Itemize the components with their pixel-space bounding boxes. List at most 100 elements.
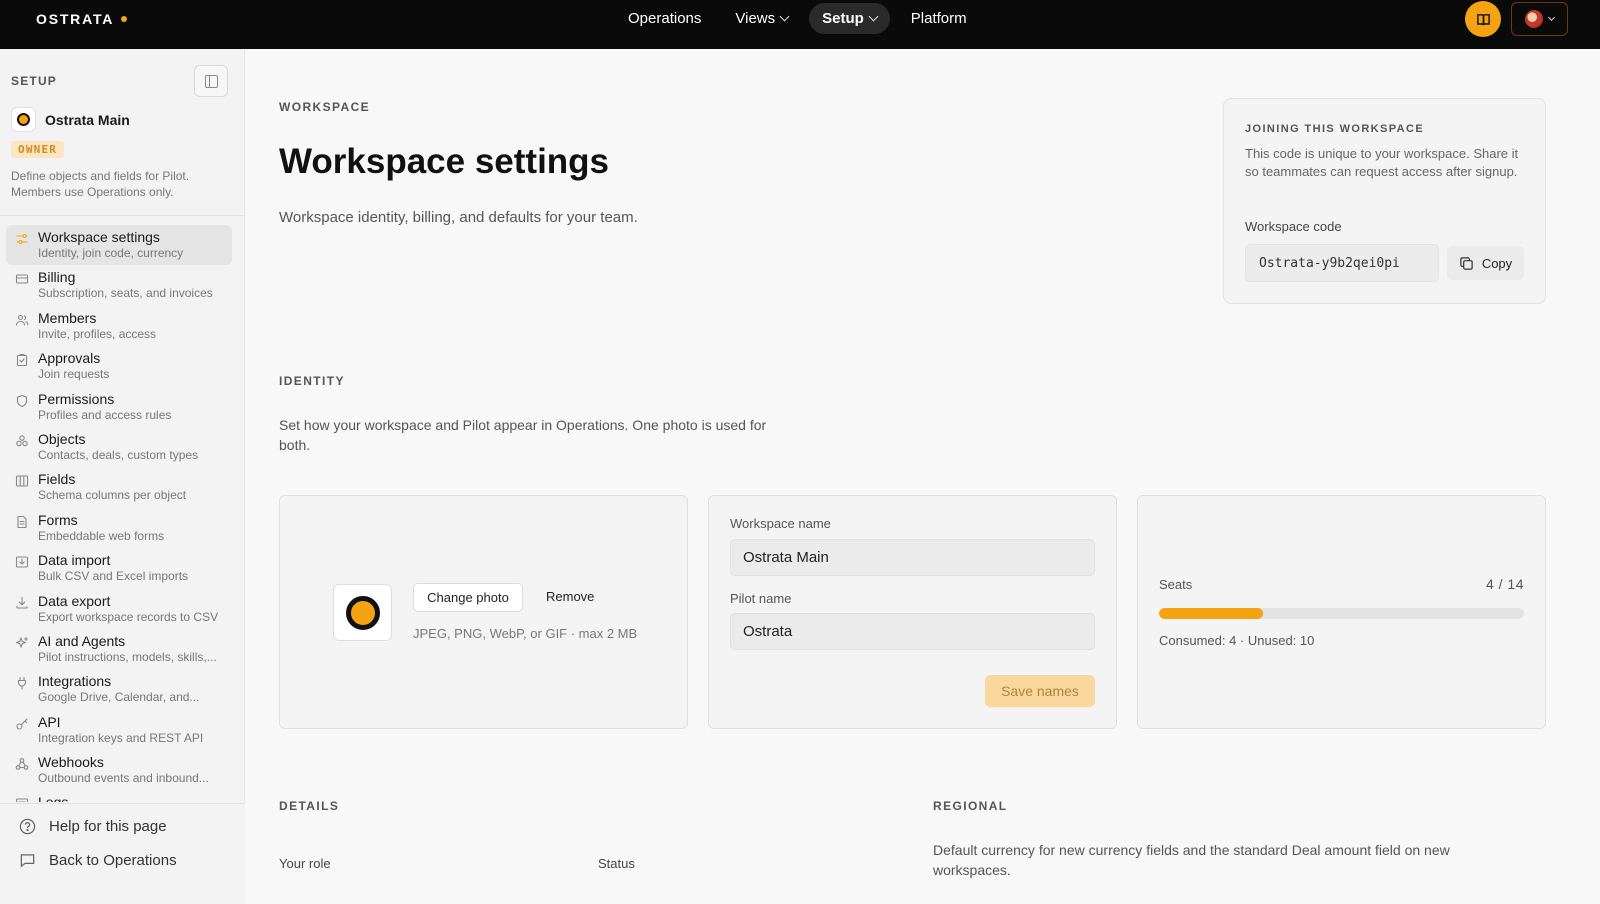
- nav-setup[interactable]: Setup: [809, 3, 890, 34]
- workspace-logo: [11, 107, 36, 132]
- sidebar-item-label: Permissions: [38, 390, 115, 407]
- help-link[interactable]: Help for this page: [19, 818, 167, 835]
- help-link-label: Help for this page: [49, 818, 167, 835]
- form-icon: [15, 515, 29, 529]
- app-logo[interactable]: OSTRATA: [36, 11, 128, 27]
- sidebar-item-description: Integration keys and REST API: [38, 730, 204, 745]
- sidebar-item-approvals[interactable]: Approvals Join requests: [6, 346, 232, 386]
- sidebar-item-description: Identity, join code, currency: [38, 246, 184, 260]
- chevron-down-icon: [1547, 13, 1556, 21]
- join-workspace-card: JOINING THIS WORKSPACE This code is uniq…: [1223, 98, 1546, 304]
- sidebar-item-label: Webhooks: [38, 754, 104, 771]
- sidebar-item-description: Bulk CSV and Excel imports: [38, 569, 189, 584]
- page-title: Workspace settings: [279, 142, 610, 181]
- sidebar-item-description: Contacts, deals, custom types: [38, 447, 199, 462]
- sidebar-description: Define objects and fields for Pilot. Mem…: [11, 169, 190, 199]
- sidebar-item-description: Subscription, seats, and invoices: [38, 286, 213, 301]
- sidebar-item-members[interactable]: Members Invite, profiles, access: [6, 306, 232, 346]
- sidebar-item-workspace-settings[interactable]: Workspace settings Identity, join code, c…: [6, 225, 232, 266]
- sidebar-item-billing[interactable]: Billing Subscription, seats, and invoices: [6, 265, 232, 305]
- workspace-name-label: Workspace name: [730, 516, 831, 531]
- sidebar-title: SETUP: [11, 74, 58, 88]
- back-link-label: Back to Operations: [49, 852, 177, 869]
- top-right-controls: [1465, 1, 1568, 37]
- sidebar-item-label: Members: [38, 309, 97, 326]
- sidebar-item-data-export[interactable]: Data export Export workspace records to C…: [6, 589, 232, 629]
- sidebar-item-forms[interactable]: Forms Embeddable web forms: [6, 508, 232, 548]
- sidebar-item-api[interactable]: API Integration keys and REST API: [6, 710, 232, 750]
- sidebar-item-logs[interactable]: Logs: [6, 790, 232, 802]
- user-menu-button[interactable]: [1511, 2, 1568, 36]
- save-names-button[interactable]: Save names: [985, 675, 1095, 707]
- nav-label: Platform: [910, 10, 967, 27]
- sidebar-item-description: Schema columns per object: [38, 488, 187, 503]
- sidebar: SETUP Ostrata Main OWNER Define objects …: [0, 49, 245, 904]
- sidebar-item-label: Fields: [38, 471, 76, 488]
- sidebar-footer: Help for this page Back to Operations: [0, 803, 245, 904]
- page-subtitle: Workspace identity, billing, and default…: [279, 209, 638, 226]
- workspace-code-label: Workspace code: [1245, 219, 1342, 234]
- seats-usage: Consumed: 4 · Unused: 10: [1159, 633, 1315, 648]
- seats-count: 4 / 14: [1485, 576, 1524, 592]
- role-badge: OWNER: [11, 141, 65, 158]
- remove-photo-button[interactable]: Remove: [546, 589, 594, 604]
- copy-code-button[interactable]: Copy: [1447, 246, 1524, 280]
- collapse-sidebar-button[interactable]: [194, 65, 228, 97]
- back-to-operations-link[interactable]: Back to Operations: [19, 852, 177, 869]
- logo-dot: [121, 16, 128, 22]
- sidebar-item-description: Invite, profiles, access: [38, 326, 157, 341]
- photo-card: Change photo Remove JPEG, PNG, WebP, or …: [279, 495, 688, 729]
- page-eyebrow: WORKSPACE: [279, 100, 371, 114]
- nav-platform[interactable]: Platform: [898, 3, 980, 34]
- chevron-down-icon: [868, 11, 879, 22]
- sidebar-item-webhooks[interactable]: Webhooks Outbound events and inbound...: [6, 750, 232, 790]
- book-icon: [1476, 13, 1490, 25]
- sidebar-item-label: Data import: [38, 552, 111, 569]
- sidebar-item-permissions[interactable]: Permissions Profiles and access rules: [6, 387, 232, 427]
- card-icon: [15, 272, 29, 286]
- sidebar-item-description: Google Drive, Calendar, and...: [38, 690, 200, 705]
- sidebar-item-description: Embeddable web forms: [38, 528, 165, 543]
- sidebar-item-label: Logs: [38, 793, 68, 802]
- sidebar-item-description: Export workspace records to CSV: [38, 609, 219, 624]
- regional-description: Default currency for new currency fields…: [933, 842, 1450, 878]
- workspace-code-field[interactable]: Ostrata-y9b2qei0pi: [1245, 244, 1439, 282]
- help-icon: [19, 818, 36, 835]
- sidebar-item-data-import[interactable]: Data import Bulk CSV and Excel imports: [6, 548, 232, 588]
- import-icon: [15, 555, 29, 569]
- regional-eyebrow: REGIONAL: [933, 799, 1008, 813]
- nav-views[interactable]: Views: [722, 3, 801, 34]
- seats-card: Seats 4 / 14 Consumed: 4 · Unused: 10: [1137, 495, 1546, 729]
- nav-operations[interactable]: Operations: [615, 3, 714, 34]
- pilot-name-label: Pilot name: [730, 591, 792, 606]
- seats-progress-bar: [1159, 608, 1524, 619]
- names-card: Workspace name Ostrata Main Pilot name O…: [708, 495, 1117, 729]
- cubes-icon: [15, 434, 29, 448]
- sidebar-item-description: Join requests: [38, 367, 110, 382]
- sidebar-item-integrations[interactable]: Integrations Google Drive, Calendar, and.…: [6, 669, 232, 709]
- nav-label: Views: [735, 10, 776, 27]
- sidebar-item-description: Pilot instructions, models, skills,...: [38, 649, 217, 664]
- main-content: WORKSPACE Workspace settings Workspace i…: [245, 49, 1600, 904]
- workspace-identity: Ostrata Main: [11, 107, 130, 132]
- sidebar-item-label: AI and Agents: [38, 632, 126, 649]
- change-photo-button[interactable]: Change photo: [413, 583, 523, 612]
- top-bar: OSTRATA Operations Views Setup Platform: [0, 0, 1600, 49]
- join-eyebrow: JOINING THIS WORKSPACE: [1245, 123, 1425, 135]
- identity-eyebrow: IDENTITY: [279, 374, 345, 388]
- sidebar-item-objects[interactable]: Objects Contacts, deals, custom types: [6, 427, 232, 467]
- pilot-name-input[interactable]: Ostrata: [730, 613, 1095, 650]
- workspace-name-input[interactable]: Ostrata Main: [730, 539, 1095, 576]
- sidebar-item-label: Data export: [38, 592, 111, 609]
- copy-icon: [1460, 256, 1473, 270]
- sidebar-item-label: Billing: [38, 269, 76, 286]
- docs-button[interactable]: [1465, 1, 1501, 37]
- logs-icon: [15, 797, 29, 802]
- sparkle-icon: [15, 636, 29, 650]
- top-navigation: Operations Views Setup Platform: [615, 3, 980, 34]
- sidebar-item-label: Objects: [38, 430, 86, 447]
- sidebar-item-label: Integrations: [38, 673, 112, 690]
- sidebar-item-ai-and-agents[interactable]: AI and Agents Pilot instructions, models,…: [6, 629, 232, 669]
- sidebar-toggle-icon: [204, 74, 218, 88]
- sidebar-item-fields[interactable]: Fields Schema columns per object: [6, 467, 232, 507]
